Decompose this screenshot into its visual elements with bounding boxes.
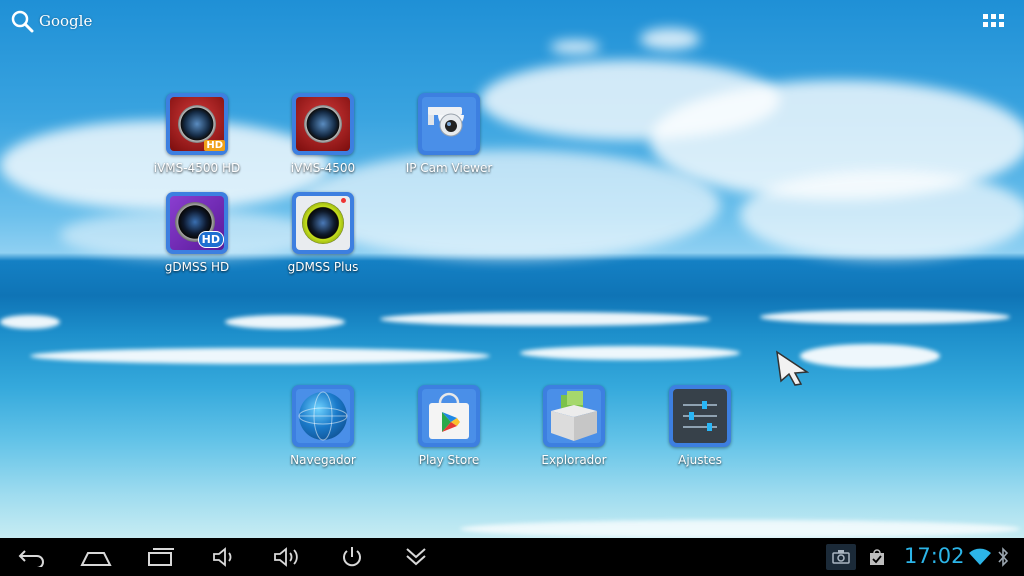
app-label: IP Cam Viewer [405,161,493,175]
bluetooth-icon [998,547,1009,567]
hide-navbar-button[interactable] [396,544,436,570]
app-ivms-4500[interactable]: iVMS-4500 [268,93,378,175]
google-search-label: Google [39,12,93,30]
app-label: Ajustes [678,453,722,467]
app-explorador[interactable]: Explorador [519,385,629,467]
gdmss-hd-icon: HD [166,192,228,254]
volume-down-icon [213,547,232,567]
ip-cam-viewer-icon [418,93,480,155]
recent-apps-button[interactable] [140,544,180,570]
app-label: Navegador [290,453,356,467]
shopping-bag-icon [429,392,469,439]
home-button[interactable] [76,544,116,570]
back-arrow-icon [18,550,44,567]
recent-apps-icon [148,548,174,566]
app-ip-cam-viewer[interactable]: IP Cam Viewer [394,93,504,175]
app-label: iVMS-4500 [290,161,356,175]
camera-icon [832,550,850,564]
app-ajustes[interactable]: Ajustes [645,385,755,467]
app-label: gDMSS Plus [287,260,359,274]
app-gdmss-hd[interactable]: HD gDMSS HD [142,192,252,274]
volume-up-icon [274,547,298,567]
ivms-4500-icon [292,93,354,155]
browser-globe-icon [292,385,354,447]
ivms-4500-hd-icon: HD [166,93,228,155]
security-camera-icon [428,107,464,137]
shopping-bag-check-icon [870,549,884,565]
volume-down-button[interactable] [204,544,244,570]
play-store-icon [418,385,480,447]
navigation-bar [0,538,1024,576]
wifi-icon [969,548,991,565]
power-icon [343,547,361,567]
app-navegador[interactable]: Navegador [268,385,378,467]
app-label: gDMSS HD [164,260,230,274]
double-chevron-down-icon [406,548,426,566]
app-play-store[interactable]: Play Store [394,385,504,467]
store-notification[interactable] [862,544,892,570]
app-label: Play Store [418,453,480,467]
app-drawer-button[interactable] [983,14,1005,30]
app-gdmss-plus[interactable]: gDMSS Plus [268,192,378,274]
gdmss-plus-icon [292,192,354,254]
app-label: Explorador [541,453,607,467]
app-ivms-4500-hd[interactable]: HD iVMS-4500 HD [142,93,252,175]
google-search-bar[interactable]: Google [10,9,92,33]
app-label: iVMS-4500 HD [153,161,241,175]
file-explorer-icon [543,385,605,447]
back-button[interactable] [12,544,52,570]
search-icon [11,10,34,33]
settings-sliders-icon [669,385,731,447]
home-icon [80,552,112,566]
status-clock: 17:02 [904,544,965,568]
hd-badge: HD [197,231,224,248]
box-icon [551,391,597,441]
hd-badge: HD [204,140,225,151]
mouse-cursor-icon [776,350,809,386]
volume-up-button[interactable] [268,544,308,570]
grid-icon [983,14,988,19]
power-button[interactable] [332,544,372,570]
screenshot-button[interactable] [826,544,856,570]
